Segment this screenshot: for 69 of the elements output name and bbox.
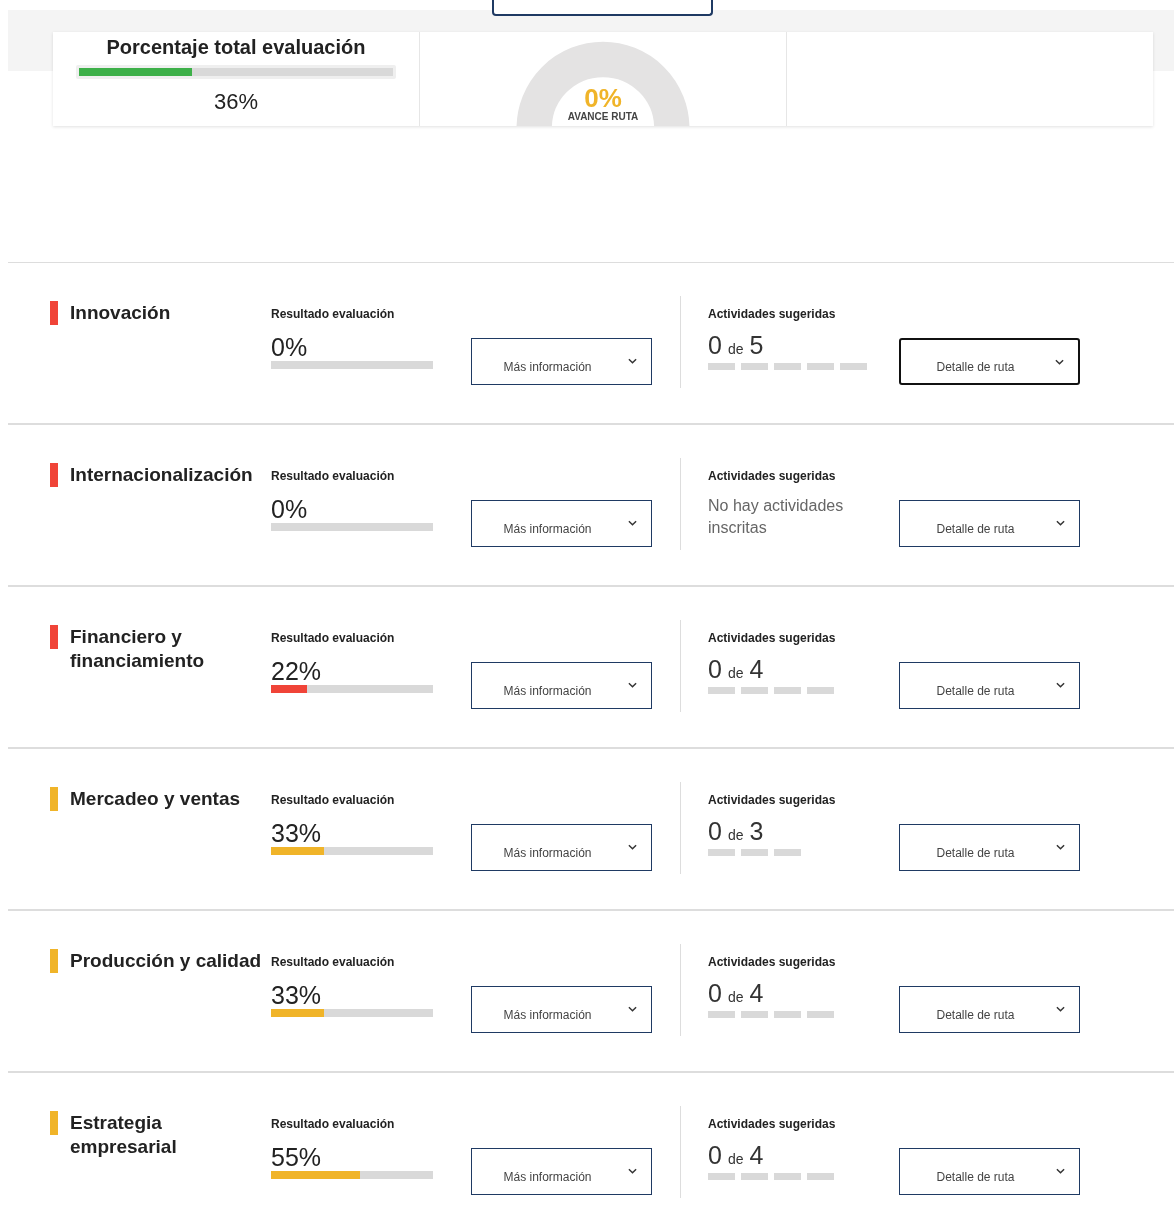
result-label: Resultado evaluación: [271, 1117, 396, 1131]
no-activities-message: No hay actividades inscritas: [708, 496, 845, 538]
route-dropdown[interactable]: Detalle de ruta: [899, 986, 1080, 1033]
info-dropdown[interactable]: Más información: [471, 500, 652, 547]
result-label: Resultado evaluación: [271, 793, 396, 807]
chevron-down-icon: [628, 1006, 637, 1012]
chevron-down-icon: [1055, 359, 1064, 365]
area-title: Mercadeo y ventas: [70, 787, 242, 811]
chevron-down-icon: [1056, 844, 1065, 850]
route-dropdown[interactable]: Detalle de ruta: [899, 338, 1080, 385]
chevron-down-icon: [628, 844, 637, 850]
total-count: 4: [749, 979, 764, 1007]
chevron-down-icon: [628, 358, 637, 364]
summary-title: Porcentaje total evaluación: [106, 35, 366, 60]
info-dropdown[interactable]: Más información: [471, 824, 652, 871]
info-dropdown[interactable]: Más información: [471, 662, 652, 709]
chevron-down-icon: [628, 1168, 637, 1174]
chevron-down-icon: [1056, 1168, 1065, 1174]
chevron-down-icon: [1056, 520, 1065, 526]
area-title: Estrategia empresarial: [70, 1111, 178, 1159]
count-separator: de: [727, 340, 744, 359]
area-title: Internacionalización: [70, 463, 254, 487]
result-percent: 33%: [271, 819, 323, 847]
chevron-down-icon: [1056, 682, 1065, 688]
done-count: 0: [708, 655, 722, 683]
count-separator: de: [727, 988, 744, 1007]
area-title: Financiero y financiamiento: [70, 625, 206, 673]
chevron-down-icon: [1056, 1006, 1065, 1012]
total-count: 4: [749, 1141, 764, 1169]
info-dropdown[interactable]: Más información: [471, 1148, 652, 1195]
result-label: Resultado evaluación: [271, 307, 396, 321]
chevron-down-icon: [628, 520, 637, 526]
route-label: AVANCE RUTA: [567, 111, 639, 122]
count-separator: de: [727, 1150, 744, 1169]
activities-label: Actividades sugeridas: [708, 307, 837, 321]
count-separator: de: [727, 664, 744, 683]
count-separator: de: [727, 826, 744, 845]
result-percent: 0%: [271, 495, 309, 523]
done-count: 0: [708, 331, 722, 359]
route-dropdown[interactable]: Detalle de ruta: [899, 662, 1080, 709]
activities-label: Actividades sugeridas: [708, 469, 837, 483]
info-dropdown[interactable]: Más información: [471, 986, 652, 1033]
done-count: 0: [708, 979, 722, 1007]
total-count: 3: [749, 817, 764, 845]
result-percent: 33%: [271, 981, 323, 1009]
activities-label: Actividades sugeridas: [708, 793, 837, 807]
info-dropdown[interactable]: Más información: [471, 338, 652, 385]
done-count: 0: [708, 1141, 722, 1169]
route-dropdown[interactable]: Detalle de ruta: [899, 1148, 1080, 1195]
activities-label: Actividades sugeridas: [708, 1117, 837, 1131]
result-label: Resultado evaluación: [271, 955, 396, 969]
activities-label: Actividades sugeridas: [708, 631, 837, 645]
total-count: 4: [749, 655, 764, 683]
area-title: Innovación: [70, 301, 172, 325]
area-title: Producción y calidad: [70, 949, 263, 973]
route-percent: 0%: [584, 85, 622, 111]
summary-percent: 36%: [213, 89, 258, 115]
chevron-down-icon: [628, 682, 637, 688]
route-dropdown[interactable]: Detalle de ruta: [899, 824, 1080, 871]
route-dropdown[interactable]: Detalle de ruta: [899, 500, 1080, 547]
button[interactable]: [492, 0, 713, 16]
result-label: Resultado evaluación: [271, 469, 396, 483]
result-percent: 0%: [271, 333, 309, 361]
activities-label: Actividades sugeridas: [708, 955, 837, 969]
result-percent: 22%: [271, 657, 323, 685]
total-count: 5: [749, 331, 764, 359]
result-label: Resultado evaluación: [271, 631, 396, 645]
result-percent: 55%: [271, 1143, 323, 1171]
done-count: 0: [708, 817, 722, 845]
